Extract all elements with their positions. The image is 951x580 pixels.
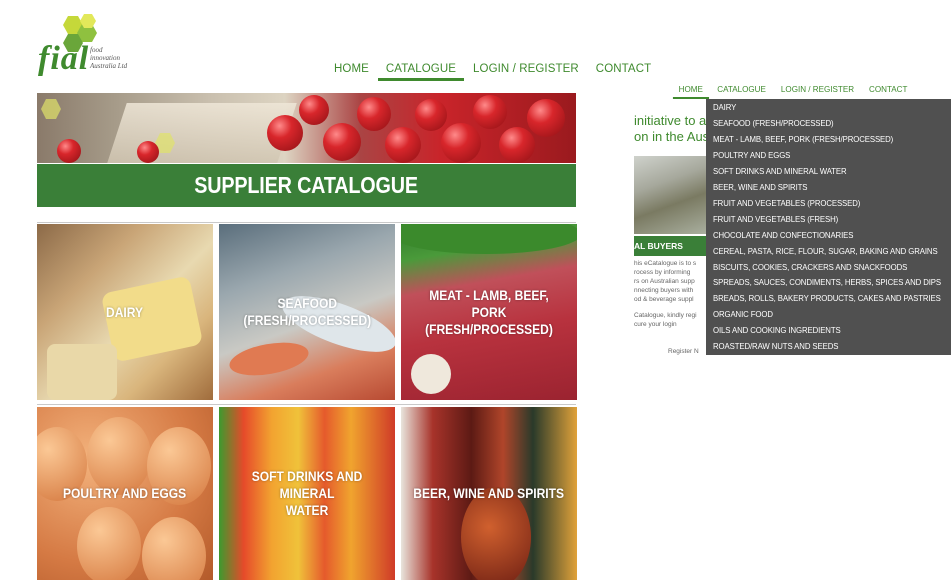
intro-heading-line: initiative to a xyxy=(634,113,707,128)
category-label: SOFT DRINKS AND MINERAL WATER xyxy=(251,468,363,518)
dropdown-item[interactable]: MEAT - LAMB, BEEF, PORK (FRESH/PROCESSED… xyxy=(706,132,951,148)
login-paragraph: Catalogue, kindly regi cure your login xyxy=(634,312,697,328)
nav-contact[interactable]: CONTACT xyxy=(592,62,655,81)
page-title-bar: SUPPLIER CATALOGUE xyxy=(37,164,576,207)
category-tile-seafood[interactable]: SEAFOOD (FRESH/PROCESSED) xyxy=(219,224,395,400)
fial-logo[interactable]: fial food innovation Australia Ltd xyxy=(36,14,146,77)
intro-photo xyxy=(634,156,708,234)
category-tile-soft-drinks[interactable]: SOFT DRINKS AND MINERAL WATER xyxy=(219,407,395,580)
buyers-banner: AL BUYERS xyxy=(634,236,708,256)
catalogue-dropdown-menu: DAIRY SEAFOOD (FRESH/PROCESSED) MEAT - L… xyxy=(706,99,951,355)
dropdown-item[interactable]: BEER, WINE AND SPIRITS xyxy=(706,180,951,196)
category-tile-dairy[interactable]: DAIRY xyxy=(37,224,213,400)
category-tile-beer-wine[interactable]: BEER, WINE AND SPIRITS xyxy=(401,407,577,580)
main-nav: HOME CATALOGUE LOGIN / REGISTER CONTACT xyxy=(330,62,664,82)
category-tile-poultry[interactable]: POULTRY AND EGGS xyxy=(37,407,213,580)
dropdown-item[interactable]: CEREAL, PASTA, RICE, FLOUR, SUGAR, BAKIN… xyxy=(706,244,951,260)
dropdown-item[interactable]: DAIRY xyxy=(706,100,951,116)
nav-login-register[interactable]: LOGIN / REGISTER xyxy=(469,62,583,81)
dropdown-item[interactable]: OILS AND COOKING INGREDIENTS xyxy=(706,323,951,339)
logo-wordmark: fial xyxy=(38,40,90,77)
secondary-nav: HOME CATALOGUE LOGIN / REGISTER CONTACT xyxy=(672,84,917,99)
logo-tagline: food innovation Australia Ltd xyxy=(90,46,128,70)
divider xyxy=(37,404,576,405)
category-tile-meat[interactable]: MEAT - LAMB, BEEF, PORK (FRESH/PROCESSED… xyxy=(401,224,577,400)
category-label: MEAT - LAMB, BEEF, PORK (FRESH/PROCESSED… xyxy=(425,286,553,337)
intro-paragraph: his eCatalogue is to s rocess by informi… xyxy=(634,260,697,303)
nav-contact[interactable]: CONTACT xyxy=(866,84,910,99)
category-label: SEAFOOD (FRESH/PROCESSED) xyxy=(243,295,371,328)
dropdown-item[interactable]: BISCUITS, COOKIES, CRACKERS AND SNACKFOO… xyxy=(706,260,951,276)
category-label: BEER, WINE AND SPIRITS xyxy=(413,485,565,501)
nav-home[interactable]: HOME xyxy=(672,84,709,99)
nav-catalogue[interactable]: CATALOGUE xyxy=(714,84,768,99)
dropdown-item[interactable]: FRUIT AND VEGETABLES (FRESH) xyxy=(706,212,951,228)
dropdown-item[interactable]: FRUIT AND VEGETABLES (PROCESSED) xyxy=(706,196,951,212)
dropdown-item[interactable]: CHOCOLATE AND CONFECTIONARIES xyxy=(706,228,951,244)
dropdown-item[interactable]: ORGANIC FOOD xyxy=(706,307,951,323)
category-label: POULTRY AND EGGS xyxy=(63,485,187,501)
nav-home[interactable]: HOME xyxy=(330,62,373,81)
divider xyxy=(37,222,576,223)
dropdown-item[interactable]: SOFT DRINKS AND MINERAL WATER xyxy=(706,164,951,180)
nav-catalogue[interactable]: CATALOGUE xyxy=(377,62,465,81)
dropdown-item[interactable]: ROASTED/RAW NUTS AND SEEDS xyxy=(706,339,951,355)
page-title: SUPPLIER CATALOGUE xyxy=(194,172,419,198)
dropdown-item[interactable]: SEAFOOD (FRESH/PROCESSED) xyxy=(706,116,951,132)
hero-banner-image xyxy=(37,93,576,163)
dropdown-item[interactable]: POULTRY AND EGGS xyxy=(706,148,951,164)
intro-heading-line: on in the Aust xyxy=(634,129,713,144)
dropdown-item[interactable]: BREADS, ROLLS, BAKERY PRODUCTS, CAKES AN… xyxy=(706,291,951,307)
dropdown-item[interactable]: SPREADS, SAUCES, CONDIMENTS, HERBS, SPIC… xyxy=(706,275,951,291)
category-label: DAIRY xyxy=(106,303,144,320)
nav-login-register[interactable]: LOGIN / REGISTER xyxy=(778,84,857,99)
